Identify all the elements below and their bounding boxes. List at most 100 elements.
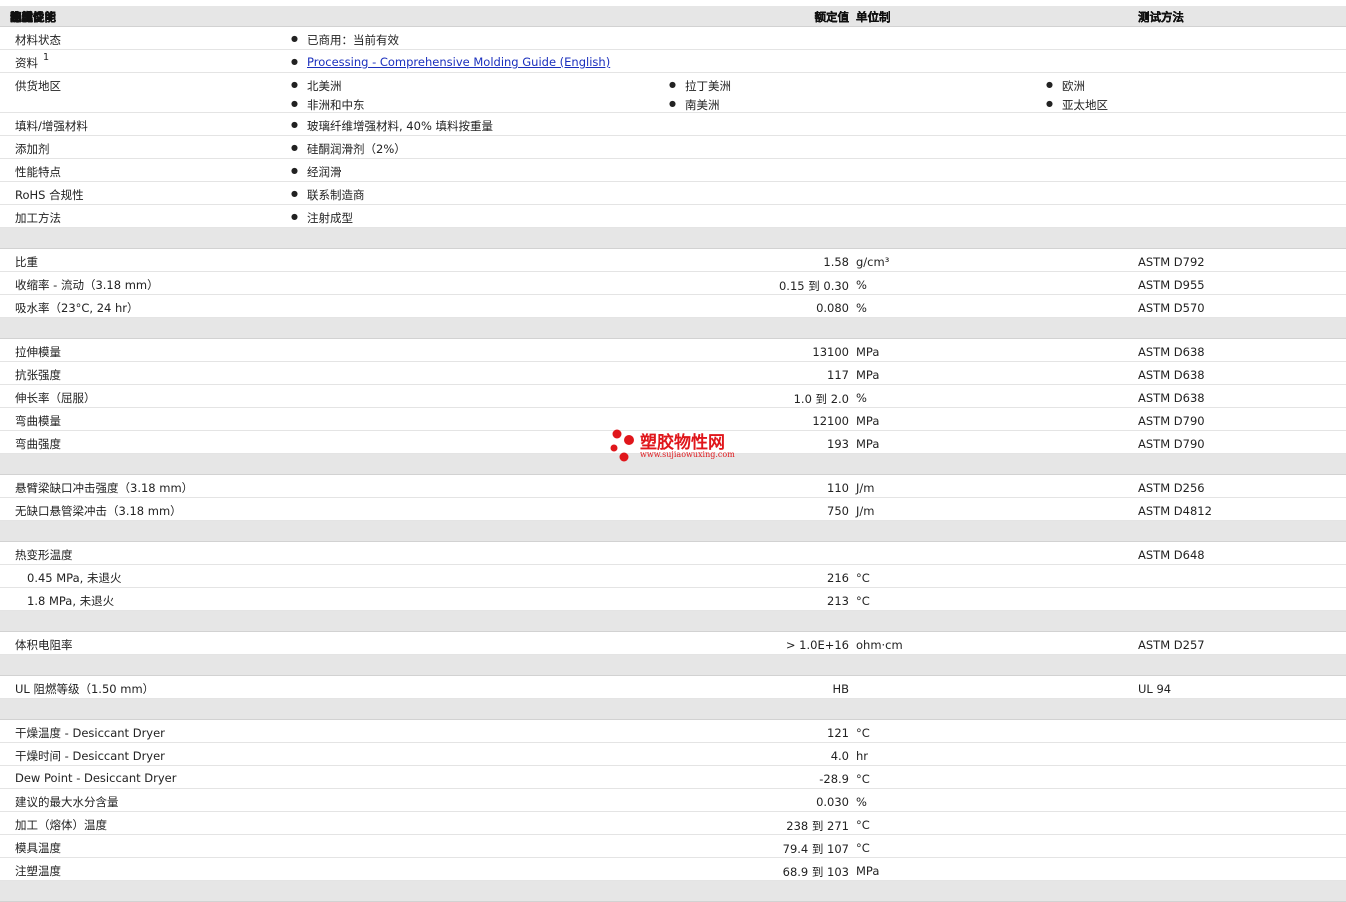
property-value: 4.0 xyxy=(830,749,849,763)
bullet-item: Processing - Comprehensive Molding Guide… xyxy=(291,55,610,69)
test-method: ASTM D4812 xyxy=(1138,504,1212,518)
property-value: 68.9 到 103 xyxy=(782,865,849,879)
section-header: 注射 额定值 单位制 xyxy=(0,10,1346,720)
property-label: 弯曲强度 xyxy=(15,437,61,451)
property-row: 吸水率（23°C, 24 hr） 0.080% ASTM D570 xyxy=(0,295,1346,318)
test-method: ASTM D790 xyxy=(1138,414,1205,428)
property-row: 收缩率 - 流动（3.18 mm） 0.15 到 0.30% ASTM D955 xyxy=(0,272,1346,295)
property-label: 干燥时间 - Desiccant Dryer xyxy=(15,749,165,763)
column-header-value: 额定值 xyxy=(814,10,850,24)
row-label: 加工方法 xyxy=(15,211,61,225)
test-method: UL 94 xyxy=(1138,682,1172,696)
test-method: ASTM D955 xyxy=(1138,278,1205,292)
general-row: 材料状态 已商用：当前有效 xyxy=(0,27,1346,50)
bullet-item: 玻璃纤维增强材料, 40% 填料按重量 xyxy=(291,118,493,134)
property-row: Dew Point - Desiccant Dryer -28.9 °C xyxy=(0,766,1346,789)
property-unit: ohm·cm xyxy=(856,638,903,652)
property-value: 117 xyxy=(827,368,849,382)
general-row: 加工方法 注射成型 xyxy=(0,205,1346,228)
property-row: 建议的最大水分含量 0.030% xyxy=(0,789,1346,812)
bullet-item: 联系制造商 xyxy=(291,187,365,203)
property-unit: °C xyxy=(856,818,870,832)
property-unit: % xyxy=(856,391,867,405)
row-label: 性能特点 xyxy=(15,165,61,179)
property-value: 213 xyxy=(827,594,849,608)
property-label: 伸长率（屈服） xyxy=(15,391,96,405)
property-label: 干燥温度 - Desiccant Dryer xyxy=(15,726,165,740)
section-title: 注射说明 xyxy=(10,10,56,24)
property-label: 0.45 MPa, 未退火 xyxy=(27,571,122,585)
property-label: 1.8 MPa, 未退火 xyxy=(27,594,115,608)
row-label: 添加剂 xyxy=(15,142,50,156)
region-item: 亚太地区 xyxy=(1046,97,1108,113)
property-unit: °C xyxy=(856,594,870,608)
property-value: 216 xyxy=(827,571,849,585)
bullet-item: 经润滑 xyxy=(291,164,342,180)
property-value: 238 到 271 xyxy=(786,819,849,833)
property-unit: hr xyxy=(856,749,869,763)
property-label: 吸水率（23°C, 24 hr） xyxy=(15,301,139,315)
test-method: ASTM D792 xyxy=(1138,255,1205,269)
property-value: -28.9 xyxy=(819,772,849,786)
property-row: 无缺口悬管梁冲击（3.18 mm） 750 J/m ASTM D4812 xyxy=(0,498,1346,521)
property-value: 110 xyxy=(827,481,849,495)
property-unit: g/cm³ xyxy=(856,255,890,269)
property-unit: °C xyxy=(856,726,870,740)
footnote-marker: 1 xyxy=(43,52,50,63)
property-label: 收缩率 - 流动（3.18 mm） xyxy=(15,278,159,292)
property-unit: J/m xyxy=(856,481,875,495)
property-value: 13100 xyxy=(812,345,849,359)
property-label: 建议的最大水分含量 xyxy=(15,795,119,809)
processing-guide-link[interactable]: Processing - Comprehensive Molding Guide… xyxy=(307,55,610,69)
property-row: 热变形温度 ASTM D648 xyxy=(0,542,1346,565)
property-row: 干燥温度 - Desiccant Dryer 121 °C xyxy=(0,720,1346,743)
watermark-logo: 塑胶物性网 www.sujiaowuxing.com xyxy=(608,426,748,466)
property-row: 注塑温度 68.9 到 103 MPa xyxy=(0,858,1346,881)
property-value: > 1.0E+16 xyxy=(785,638,849,652)
property-row: 1.8 MPa, 未退火 213 °C xyxy=(0,588,1346,611)
property-value: 0.080 xyxy=(816,301,849,315)
property-value: 79.4 到 107 xyxy=(782,842,849,856)
section-header: 物理性能 额定值 单位制 测试方法 xyxy=(0,10,1346,249)
property-row: 0.45 MPa, 未退火 216 °C xyxy=(0,565,1346,588)
watermark-url: www.sujiaowuxing.com xyxy=(640,450,735,459)
property-unit: % xyxy=(856,301,867,315)
row-label: 材料状态 xyxy=(15,33,61,47)
property-label: 弯曲模量 xyxy=(15,414,61,428)
property-label: 模具温度 xyxy=(15,841,61,855)
section-header: 电气性能 额定值 单位制 测试方法 xyxy=(0,10,1346,632)
general-row: 资料 1 Processing - Comprehensive Molding Gu… xyxy=(0,50,1346,73)
section-header: 热性能 额定值 单位制 测试方法 xyxy=(0,10,1346,542)
property-value: 750 xyxy=(827,504,849,518)
property-row: 体积电阻率 > 1.0E+16 ohm·cm ASTM D257 xyxy=(0,632,1346,655)
column-header-test: 测试方法 xyxy=(1138,10,1184,24)
region-item: 欧洲 xyxy=(1046,78,1085,94)
property-row: 比重 1.58 g/cm³ ASTM D792 xyxy=(0,249,1346,272)
property-label: Dew Point - Desiccant Dryer xyxy=(15,771,177,785)
property-row: 模具温度 79.4 到 107 °C xyxy=(0,835,1346,858)
property-unit: °C xyxy=(856,772,870,786)
property-row: 干燥时间 - Desiccant Dryer 4.0 hr xyxy=(0,743,1346,766)
logo-dots-icon xyxy=(610,429,634,462)
property-unit: MPa xyxy=(856,864,880,878)
property-label: 拉伸模量 xyxy=(15,345,61,359)
general-row: 性能特点 经润滑 xyxy=(0,159,1346,182)
test-method: ASTM D256 xyxy=(1138,481,1205,495)
property-row: 伸长率（屈服） 1.0 到 2.0% ASTM D638 xyxy=(0,385,1346,408)
property-unit: MPa xyxy=(856,368,880,382)
property-row: 加工（熔体）温度 238 到 271 °C xyxy=(0,812,1346,835)
property-label: 抗张强度 xyxy=(15,368,61,382)
test-method: ASTM D638 xyxy=(1138,368,1205,382)
bullet-item: 注射成型 xyxy=(291,210,353,226)
property-unit: % xyxy=(856,795,867,809)
row-label: 资料 xyxy=(15,56,38,70)
general-row: RoHS 合规性 联系制造商 xyxy=(0,182,1346,205)
bullet-item: 硅酮润滑剂（2%） xyxy=(291,141,406,157)
test-method: ASTM D648 xyxy=(1138,548,1205,562)
property-value: 121 xyxy=(827,726,849,740)
property-label: UL 阻燃等级（1.50 mm） xyxy=(15,682,155,696)
property-unit: MPa xyxy=(856,437,880,451)
test-method: ASTM D638 xyxy=(1138,345,1205,359)
region-item: 南美洲 xyxy=(669,97,720,113)
property-unit: °C xyxy=(856,571,870,585)
